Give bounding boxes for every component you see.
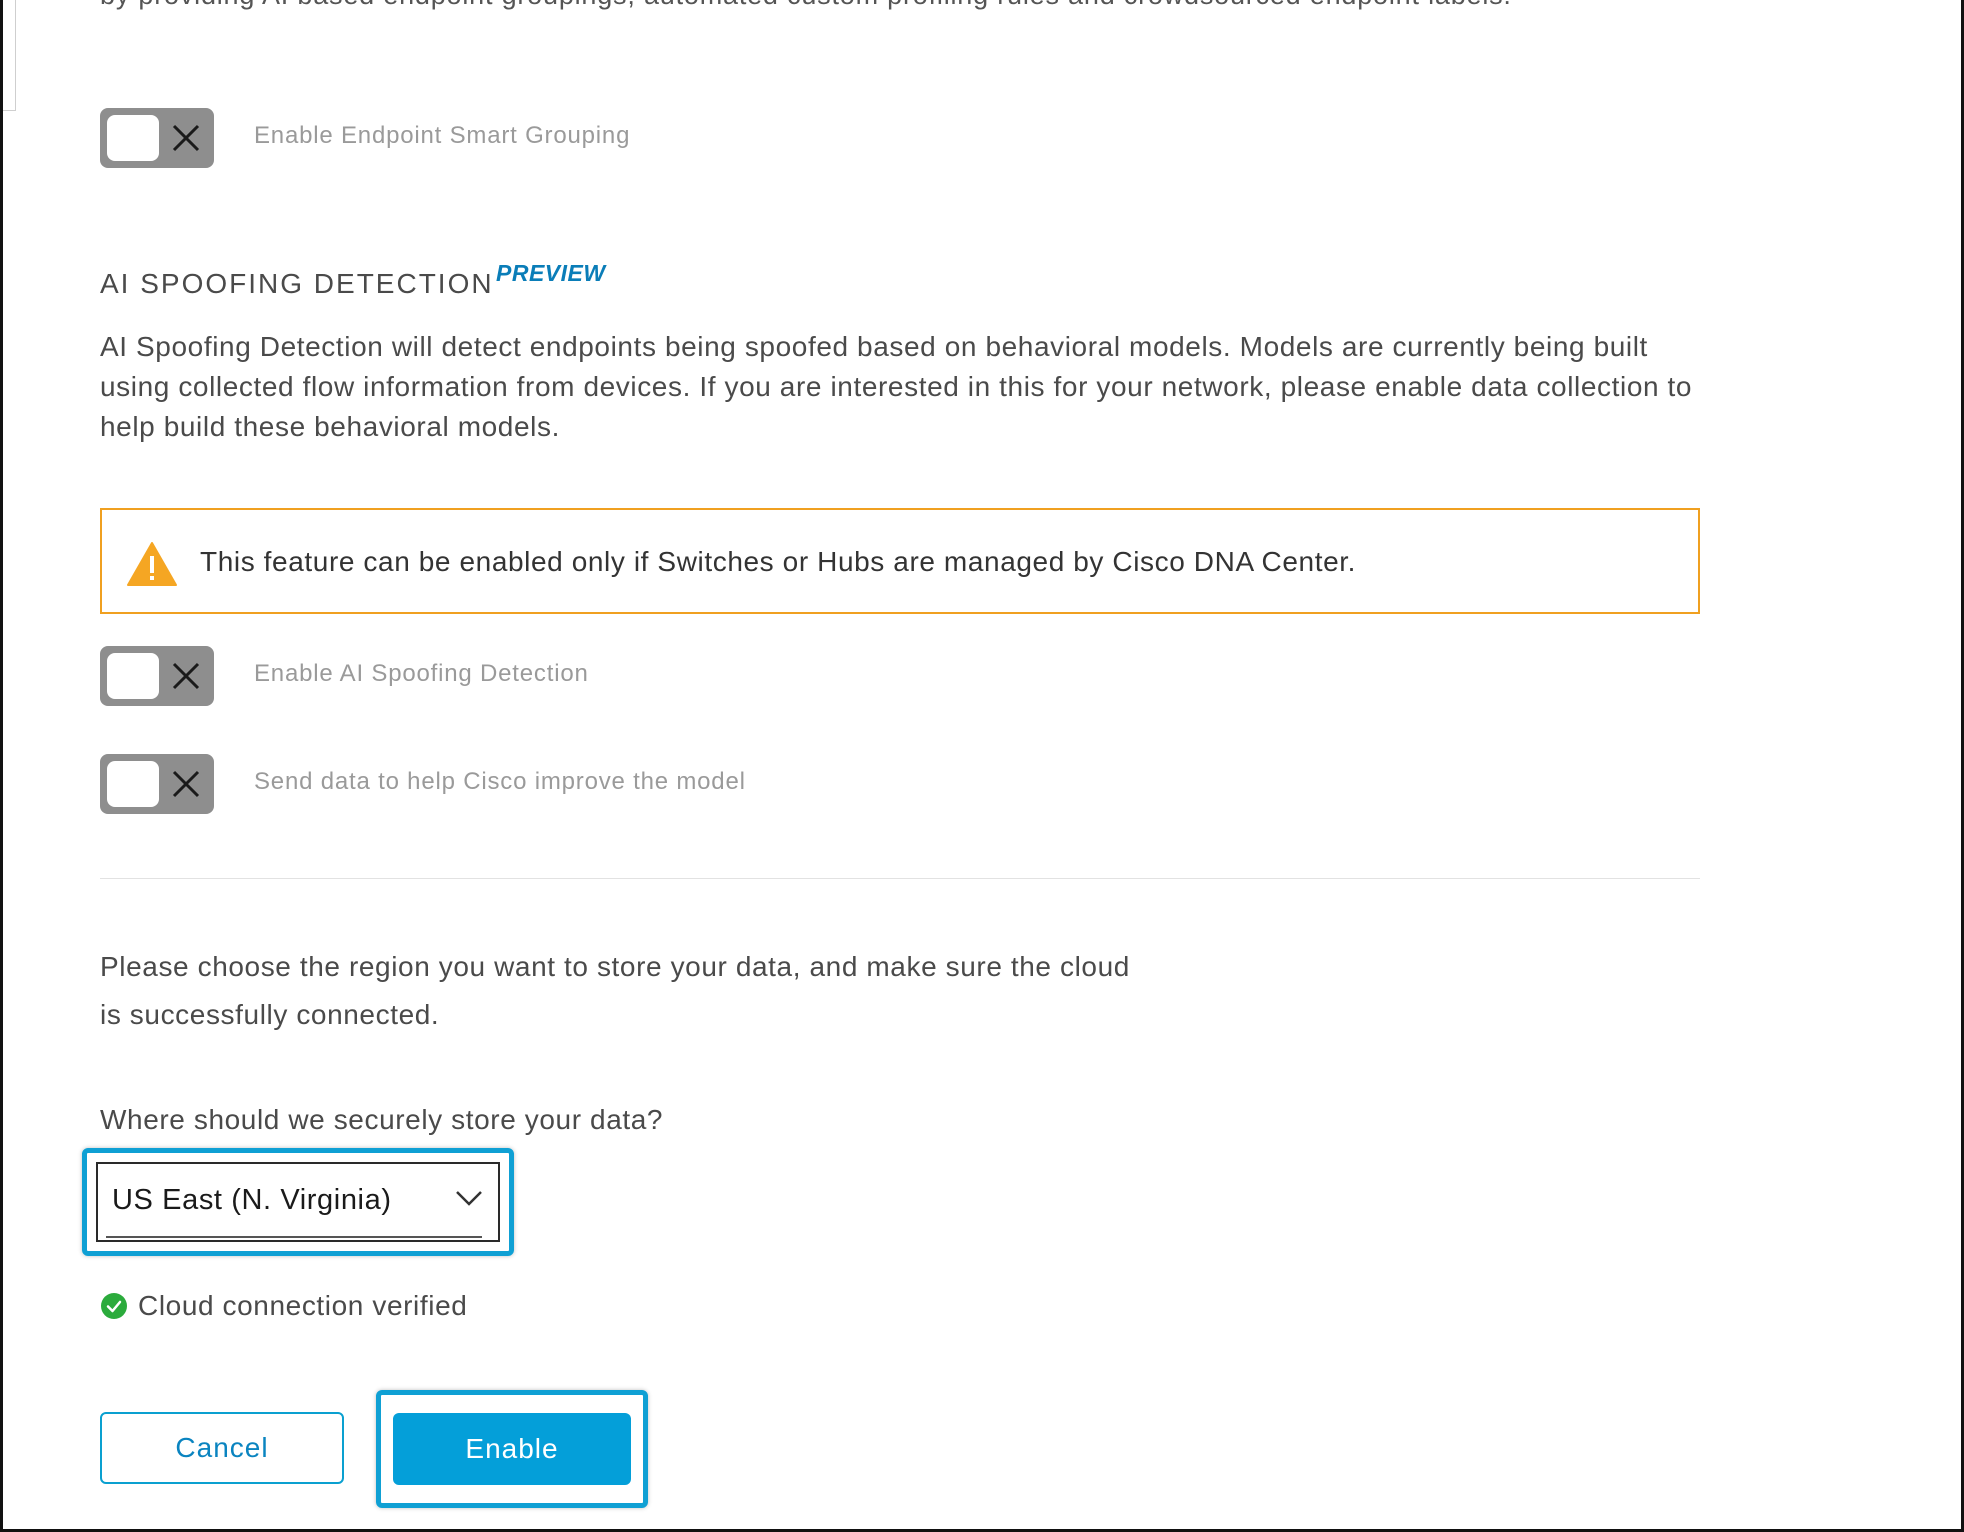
region-instructions: Please choose the region you want to sto…: [100, 951, 1130, 1030]
toggle-knob: [107, 653, 159, 699]
ai-spoofing-label: Enable AI Spoofing Detection: [254, 660, 589, 687]
send-data-toggle[interactable]: [100, 754, 214, 814]
toggle-knob: [107, 115, 159, 161]
smart-grouping-label: Enable Endpoint Smart Grouping: [254, 122, 631, 149]
enable-button[interactable]: Enable: [393, 1413, 631, 1485]
cancel-button[interactable]: Cancel: [100, 1412, 344, 1484]
preview-badge: PREVIEW: [496, 260, 606, 286]
divider: [100, 878, 1700, 879]
intro-text: by providing AI based endpoint groupings…: [100, 0, 1512, 11]
chevron-down-icon: [456, 1191, 482, 1206]
cloud-status-text: Cloud connection verified: [138, 1290, 468, 1321]
warning-icon: [127, 542, 177, 586]
warning-text: This feature can be enabled only if Swit…: [200, 546, 1357, 577]
close-icon: [172, 662, 200, 690]
smart-grouping-toggle[interactable]: [100, 108, 214, 168]
warning-banner: This feature can be enabled only if Swit…: [100, 508, 1700, 614]
region-select[interactable]: US East (N. Virginia): [96, 1162, 500, 1242]
region-select-highlight: US East (N. Virginia): [82, 1148, 514, 1256]
region-select-value: US East (N. Virginia): [112, 1184, 392, 1216]
scroll-edge: [3, 0, 16, 111]
section-description: AI Spoofing Detection will detect endpoi…: [100, 331, 1693, 442]
select-underline: [106, 1236, 482, 1238]
send-data-label: Send data to help Cisco improve the mode…: [254, 768, 746, 795]
close-icon: [172, 770, 200, 798]
close-icon: [172, 124, 200, 152]
toggle-knob: [107, 761, 159, 807]
enable-button-highlight: Enable: [376, 1390, 648, 1508]
section-title: AI SPOOFING DETECTION: [100, 268, 494, 299]
check-circle-icon: [101, 1293, 127, 1319]
ai-spoofing-toggle[interactable]: [100, 646, 214, 706]
storage-question: Where should we securely store your data…: [100, 1104, 664, 1135]
